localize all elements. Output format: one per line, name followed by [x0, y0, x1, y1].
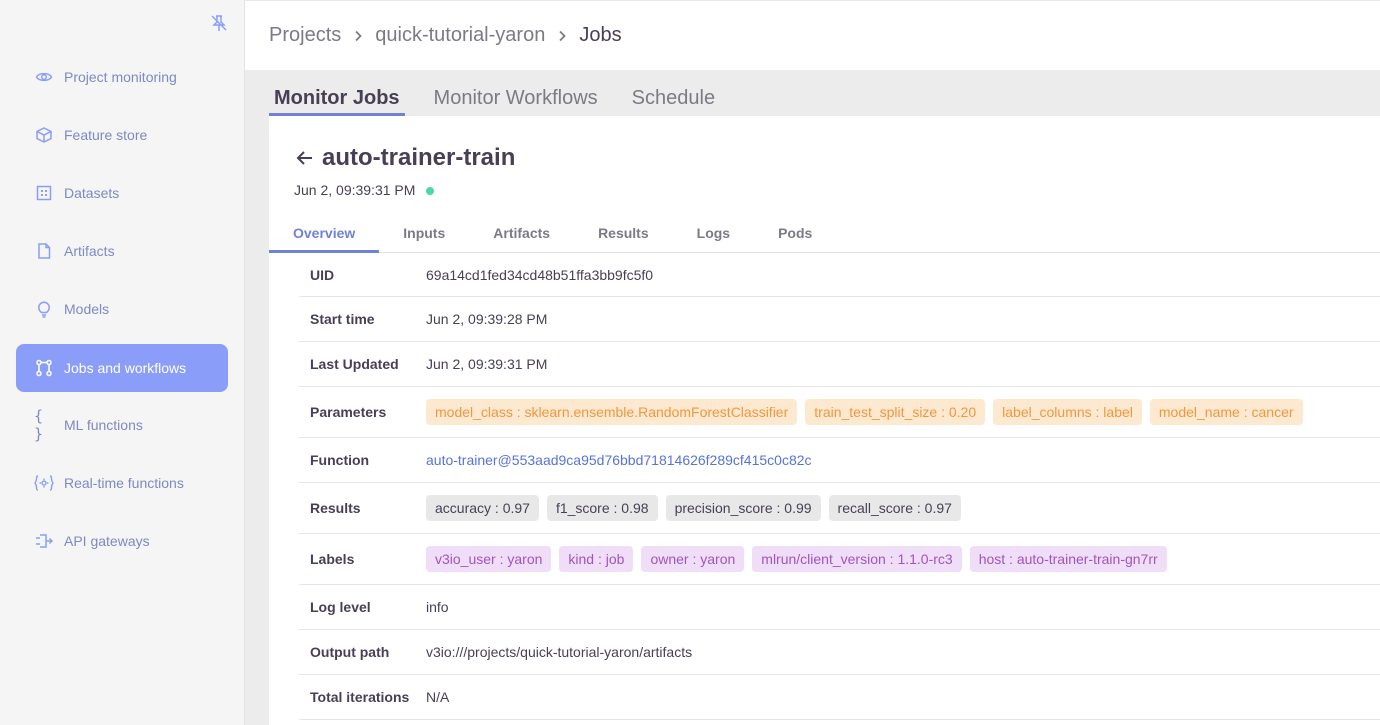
sidebar-item-label: API gateways [64, 533, 150, 549]
sidebar-item-artifacts[interactable]: Artifacts [16, 227, 228, 275]
detail-row-function: Function auto-trainer@553aad9ca95d76bbd7… [299, 438, 1380, 483]
sidebar-item-datasets[interactable]: Datasets [16, 169, 228, 217]
sidebar-item-label: Datasets [64, 185, 120, 201]
monitor-tabs: Monitor Jobs Monitor Workflows Schedule [269, 70, 744, 116]
tab-artifacts[interactable]: Artifacts [469, 216, 574, 253]
detail-label: Log level [310, 599, 371, 615]
gear-braces-icon [34, 473, 54, 493]
detail-label: Results [310, 500, 361, 516]
detail-row-start-time: Start time Jun 2, 09:39:28 PM [299, 297, 1380, 342]
breadcrumb-project[interactable]: quick-tutorial-yaron [375, 24, 545, 47]
result-chip: accuracy : 0.97 [426, 495, 539, 521]
detail-label: Function [310, 452, 370, 468]
result-chip: precision_score : 0.99 [665, 495, 821, 521]
parameter-chip: label_columns : label [993, 399, 1142, 425]
detail-label: UID [310, 266, 335, 283]
tab-monitor-jobs[interactable]: Monitor Jobs [269, 70, 405, 116]
overview-details: UID 69a14cd1fed34cd48b51ffa3bb9fc5f0 Sta… [299, 253, 1380, 720]
labels-chips: v3io_user : yaron kind : job owner : yar… [426, 546, 1175, 572]
detail-row-output-path: Output path v3io:///projects/quick-tutor… [299, 630, 1380, 675]
detail-row-parameters: Parameters model_class : sklearn.ensembl… [299, 387, 1380, 438]
sidebar-item-jobs-and-workflows[interactable]: Jobs and workflows [16, 344, 228, 392]
eye-icon [34, 67, 54, 87]
chevron-right-icon [545, 30, 579, 42]
label-chip: v3io_user : yaron [426, 546, 552, 572]
workflow-icon [34, 358, 54, 378]
output-path-value: v3io:///projects/quick-tutorial-yaron/ar… [426, 644, 693, 660]
grid-icon [34, 183, 54, 203]
sidebar-item-ml-functions[interactable]: { } ML functions [16, 401, 228, 449]
sidebar-item-label: Artifacts [64, 243, 115, 259]
detail-row-uid: UID 69a14cd1fed34cd48b51ffa3bb9fc5f0 [299, 253, 1380, 297]
sidebar-item-label: Real-time functions [64, 475, 184, 491]
detail-label: Output path [310, 644, 390, 660]
tab-logs[interactable]: Logs [673, 216, 754, 253]
uid-value: 69a14cd1fed34cd48b51ffa3bb9fc5f0 [426, 266, 654, 283]
detail-row-total-iterations: Total iterations N/A [299, 675, 1380, 720]
main-content: Monitor Jobs Monitor Workflows Schedule … [245, 70, 1380, 725]
sidebar-item-label: Project monitoring [64, 69, 177, 85]
detail-label: Last Updated [310, 356, 399, 372]
sidebar-item-label: Models [64, 301, 110, 317]
result-chip: f1_score : 0.98 [546, 495, 658, 521]
tab-overview[interactable]: Overview [269, 216, 380, 253]
arrow-left-icon[interactable] [294, 147, 316, 169]
sidebar-item-project-monitoring[interactable]: Project monitoring [16, 53, 228, 101]
tab-results[interactable]: Results [574, 216, 673, 253]
lightbulb-icon [34, 299, 54, 319]
result-chip: recall_score : 0.97 [828, 495, 961, 521]
sidebar-item-models[interactable]: Models [16, 285, 228, 333]
parameters-chips: model_class : sklearn.ensemble.RandomFor… [426, 399, 1311, 425]
braces-icon: { } [34, 407, 44, 443]
breadcrumb-jobs[interactable]: Jobs [579, 24, 621, 47]
label-chip: kind : job [559, 546, 634, 572]
tab-inputs[interactable]: Inputs [379, 216, 469, 253]
detail-row-results: Results accuracy : 0.97 f1_score : 0.98 … [299, 483, 1380, 534]
sidebar-item-label: Feature store [64, 127, 148, 143]
log-level-value: info [426, 599, 449, 615]
start-time-value: Jun 2, 09:39:28 PM [426, 311, 548, 327]
tab-monitor-workflows[interactable]: Monitor Workflows [429, 70, 603, 116]
label-chip: owner : yaron [641, 546, 745, 572]
total-iterations-value: N/A [426, 689, 450, 705]
detail-row-log-level: Log level info [299, 585, 1380, 630]
sidebar-item-label: ML functions [64, 417, 143, 433]
label-chip: host : auto-trainer-train-gn7rr [969, 546, 1167, 572]
breadcrumb: Projects quick-tutorial-yaron Jobs [245, 0, 1380, 70]
page-title: auto-trainer-train [322, 144, 516, 171]
status-indicator [426, 187, 435, 195]
detail-label: Start time [310, 311, 375, 327]
label-chip: mlrun/client_version : 1.1.0-rc3 [752, 546, 962, 572]
results-chips: accuracy : 0.97 f1_score : 0.98 precisio… [426, 495, 969, 521]
sidebar: Project monitoring Feature store Dataset… [0, 0, 245, 725]
unpin-icon[interactable] [209, 13, 229, 33]
cube-icon [34, 125, 54, 145]
sidebar-item-feature-store[interactable]: Feature store [16, 111, 228, 159]
detail-row-last-updated: Last Updated Jun 2, 09:39:31 PM [299, 342, 1380, 387]
breadcrumb-projects[interactable]: Projects [269, 24, 341, 47]
detail-label: Total iterations [310, 689, 410, 705]
parameter-chip: train_test_split_size : 0.20 [805, 399, 986, 425]
detail-label: Parameters [310, 404, 387, 420]
job-date: Jun 2, 09:39:31 PM [294, 182, 416, 198]
parameter-chip: model_name : cancer [1149, 399, 1303, 425]
sidebar-item-real-time-functions[interactable]: Real-time functions [16, 459, 228, 507]
chevron-right-icon [341, 30, 375, 42]
detail-tabs: Overview Inputs Artifacts Results Logs P… [269, 216, 1380, 253]
api-gateway-icon [34, 531, 54, 551]
detail-label: Labels [310, 551, 355, 567]
last-updated-value: Jun 2, 09:39:31 PM [426, 356, 548, 372]
parameter-chip: model_class : sklearn.ensemble.RandomFor… [426, 399, 798, 425]
detail-row-labels: Labels v3io_user : yaron kind : job owne… [299, 534, 1380, 585]
function-link[interactable]: auto-trainer@553aad9ca95d76bbd71814626f2… [426, 452, 812, 468]
tab-schedule[interactable]: Schedule [627, 70, 720, 116]
sidebar-item-label: Jobs and workflows [64, 360, 187, 376]
job-details-panel: auto-trainer-train Jun 2, 09:39:31 PM Ov… [269, 116, 1380, 725]
sidebar-item-api-gateways[interactable]: API gateways [16, 517, 228, 565]
tab-pods[interactable]: Pods [754, 216, 836, 253]
file-icon [34, 241, 54, 261]
